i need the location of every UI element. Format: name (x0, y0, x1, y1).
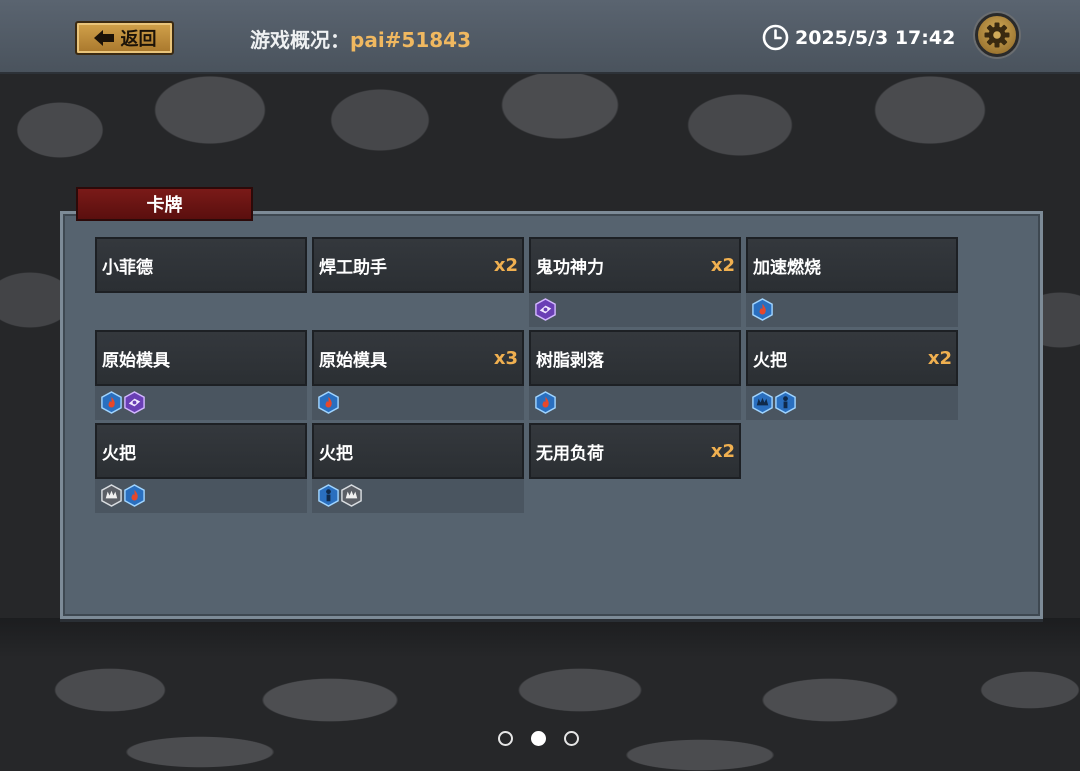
card-rune-bar (746, 293, 958, 327)
card-item[interactable]: 焊工助手 x2 (312, 237, 524, 293)
blue-figure-rune-icon (774, 391, 797, 415)
card-rune-bar (95, 386, 307, 420)
card-name: 树脂剥落 (536, 350, 604, 371)
card-header: 加速燃烧 (746, 237, 958, 293)
card-rune-bar (312, 386, 524, 420)
page-indicator (498, 731, 579, 746)
title-prefix: 游戏概况： (250, 28, 350, 52)
card-item[interactable]: 火把 x2 (746, 330, 958, 420)
top-bar: 返回 游戏概况：pai#51843 2025/5/3 17:42 (0, 0, 1080, 74)
settings-button[interactable] (975, 13, 1019, 57)
card-name: 原始模具 (319, 350, 387, 371)
card-name: 焊工助手 (319, 257, 387, 278)
card-header: 焊工助手 x2 (312, 237, 524, 293)
card-count: x3 (493, 347, 518, 369)
card-name: 小菲德 (102, 257, 153, 278)
card-count: x2 (710, 254, 735, 276)
card-item[interactable]: 原始模具 x3 (312, 330, 524, 420)
card-rune-bar (95, 479, 307, 513)
card-header: 无用负荷 x2 (529, 423, 741, 479)
card-item[interactable]: 火把 (95, 423, 307, 513)
card-name: 火把 (102, 443, 136, 464)
card-header: 树脂剥落 (529, 330, 741, 386)
card-header: 火把 (95, 423, 307, 479)
card-header: 小菲德 (95, 237, 307, 293)
page-dot-3[interactable] (564, 731, 579, 746)
tab-cards[interactable]: 卡牌 (76, 187, 253, 221)
arrow-left-icon (93, 30, 114, 46)
blue-crest-rune-icon (751, 391, 774, 415)
card-name: 火把 (753, 350, 787, 371)
card-rune-bar (312, 479, 524, 513)
card-header: 原始模具 x3 (312, 330, 524, 386)
card-item[interactable]: 鬼功神力 x2 (529, 237, 741, 327)
card-rune-bar (529, 293, 741, 327)
gray-crest-rune-icon (340, 484, 363, 508)
blue-figure-rune-icon (317, 484, 340, 508)
card-rune-bar (746, 386, 958, 420)
card-item[interactable]: 加速燃烧 (746, 237, 958, 327)
purple-rune-icon (123, 391, 146, 415)
card-header: 火把 (312, 423, 524, 479)
card-header: 火把 x2 (746, 330, 958, 386)
card-count: x2 (493, 254, 518, 276)
card-item[interactable]: 火把 (312, 423, 524, 513)
datetime-display: 2025/5/3 17:42 (762, 24, 955, 51)
player-id: pai#51843 (350, 28, 472, 52)
datetime-text: 2025/5/3 17:42 (795, 26, 956, 49)
card-header: 鬼功神力 x2 (529, 237, 741, 293)
page-dot-1[interactable] (498, 731, 513, 746)
gear-icon (984, 22, 1010, 48)
card-count: x2 (927, 347, 952, 369)
card-count: x2 (710, 440, 735, 462)
fire-rune-icon (751, 298, 774, 322)
card-rune-bar (529, 386, 741, 420)
card-header: 原始模具 (95, 330, 307, 386)
page-dot-2[interactable] (531, 731, 546, 746)
fire-rune-icon (317, 391, 340, 415)
back-button[interactable]: 返回 (75, 21, 174, 55)
back-button-label: 返回 (120, 29, 157, 50)
fire-rune-icon (123, 484, 146, 508)
card-name: 火把 (319, 443, 353, 464)
card-item[interactable]: 树脂剥落 (529, 330, 741, 420)
card-name: 无用负荷 (536, 443, 604, 464)
fire-rune-icon (534, 391, 557, 415)
floor-shadow (0, 618, 1080, 658)
page-title: 游戏概况：pai#51843 (250, 24, 471, 53)
card-item[interactable]: 原始模具 (95, 330, 307, 420)
card-item[interactable]: 无用负荷 x2 (529, 423, 741, 479)
card-name: 加速燃烧 (753, 257, 821, 278)
tab-cards-label: 卡牌 (146, 195, 183, 216)
clock-icon (762, 24, 789, 51)
card-name: 鬼功神力 (536, 257, 604, 278)
card-item[interactable]: 小菲德 (95, 237, 307, 293)
card-name: 原始模具 (102, 350, 170, 371)
fire-rune-icon (100, 391, 123, 415)
purple-rune-icon (534, 298, 557, 322)
gray-crest-rune-icon (100, 484, 123, 508)
